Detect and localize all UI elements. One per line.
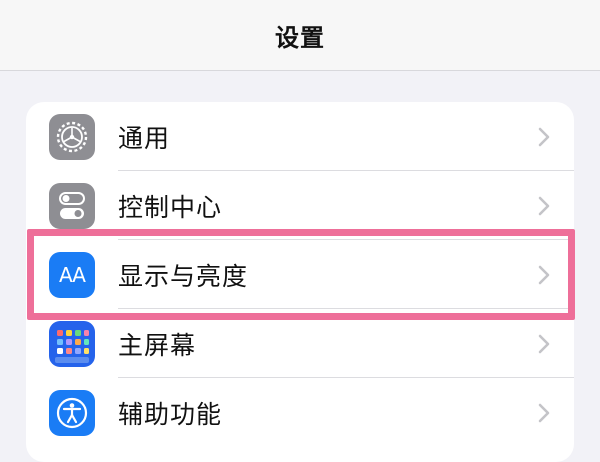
settings-item-label: 通用 [118, 123, 171, 153]
text-size-glyph: AA [59, 262, 86, 287]
accessibility-icon [49, 389, 95, 436]
chevron-right-icon [538, 334, 550, 353]
settings-item-label: 辅助功能 [118, 399, 223, 429]
chevron-right-icon [538, 265, 550, 284]
chevron-right-icon [538, 127, 550, 146]
settings-item-label: 主屏幕 [118, 330, 197, 360]
settings-item-accessibility[interactable]: 辅助功能 [26, 378, 574, 447]
chevron-right-icon [538, 403, 550, 422]
settings-item-label: 显示与亮度 [118, 261, 249, 291]
toggles-icon [49, 182, 95, 229]
navigation-bar: 设置 [0, 0, 600, 71]
settings-item-control-center[interactable]: 控制中心 [26, 171, 574, 240]
settings-group: 通用 控制中心 AA 显示与亮度 主屏幕 辅助功能 [26, 102, 574, 462]
settings-item-home-screen[interactable]: 主屏幕 [26, 309, 574, 378]
gear-icon [49, 113, 95, 160]
settings-item-label: 控制中心 [118, 192, 223, 222]
chevron-right-icon [538, 196, 550, 215]
text-size-icon: AA [49, 251, 95, 298]
home-screen-icon [49, 320, 95, 367]
page-title: 设置 [275, 23, 325, 52]
settings-item-general[interactable]: 通用 [26, 102, 574, 171]
settings-item-display-brightness[interactable]: AA 显示与亮度 [26, 240, 574, 309]
